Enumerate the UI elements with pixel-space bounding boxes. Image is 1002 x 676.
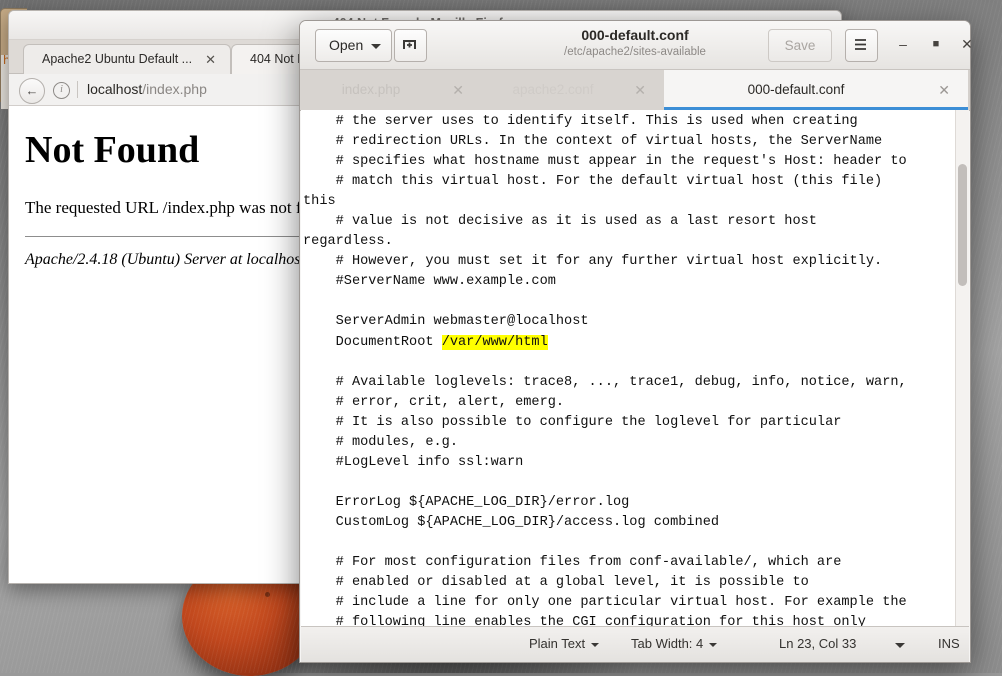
close-icon[interactable]: ✕: [205, 45, 216, 74]
gedit-tab-index-php[interactable]: index.php ✕: [300, 70, 482, 110]
tab-width-selector[interactable]: Tab Width: 4: [631, 636, 718, 651]
gedit-document-text[interactable]: # the server uses to identify itself. Th…: [303, 112, 955, 626]
insert-mode-indicator: INS: [938, 636, 960, 651]
language-selector[interactable]: Plain Text: [529, 636, 600, 651]
close-icon[interactable]: ✕: [634, 70, 646, 110]
scrollbar-thumb[interactable]: [958, 164, 967, 286]
gedit-headerbar: Open 000-default.conf /etc/apache2/sites…: [300, 21, 973, 70]
hamburger-menu-button[interactable]: [845, 29, 878, 62]
gedit-tab-label: 000-default.conf: [747, 82, 845, 97]
close-icon[interactable]: ✕: [452, 70, 464, 110]
gedit-tab-apache2-conf[interactable]: apache2.conf ✕: [482, 70, 664, 110]
maximize-button[interactable]: ■: [927, 35, 945, 53]
language-label: Plain Text: [529, 636, 586, 651]
vertical-scrollbar[interactable]: [955, 110, 969, 626]
gedit-tab-label: index.php: [341, 82, 401, 97]
save-button[interactable]: Save: [768, 29, 832, 62]
highlighted-text: /var/www/html: [441, 334, 548, 350]
info-icon[interactable]: i: [53, 82, 70, 99]
gedit-text-area[interactable]: # the server uses to identify itself. Th…: [301, 110, 969, 626]
back-arrow-icon[interactable]: ←: [19, 78, 45, 104]
tab-width-label: Tab Width: 4: [631, 636, 704, 651]
chevron-down-icon[interactable]: [895, 643, 905, 648]
url-path: /index.php: [142, 81, 207, 97]
url-host: localhost: [87, 81, 143, 97]
hamburger-icon: [855, 39, 866, 50]
wallpaper-tomato-speck: [265, 592, 270, 597]
chevron-down-icon: [709, 642, 718, 647]
chevron-down-icon: [591, 642, 600, 647]
gedit-window[interactable]: Open 000-default.conf /etc/apache2/sites…: [299, 20, 973, 663]
gedit-statusbar: Plain Text Tab Width: 4 Ln 23, Col 33 IN…: [301, 626, 969, 662]
firefox-tab-apache2-default[interactable]: Apache2 Ubuntu Default ... ✕: [23, 44, 231, 74]
divider: [77, 81, 78, 98]
minimize-button[interactable]: –: [894, 35, 912, 53]
close-icon[interactable]: ✕: [938, 70, 950, 110]
cursor-position: Ln 23, Col 33: [779, 636, 857, 651]
gedit-tabbar: index.php ✕ apache2.conf ✕ 000-default.c…: [300, 70, 970, 111]
url-bar[interactable]: localhost/index.php: [87, 81, 207, 97]
firefox-tab-label: Apache2 Ubuntu Default ...: [42, 52, 193, 66]
gedit-tab-label: apache2.conf: [512, 82, 594, 97]
gedit-tab-000-default-conf[interactable]: 000-default.conf ✕: [664, 70, 968, 110]
close-button[interactable]: ✕: [958, 35, 976, 53]
